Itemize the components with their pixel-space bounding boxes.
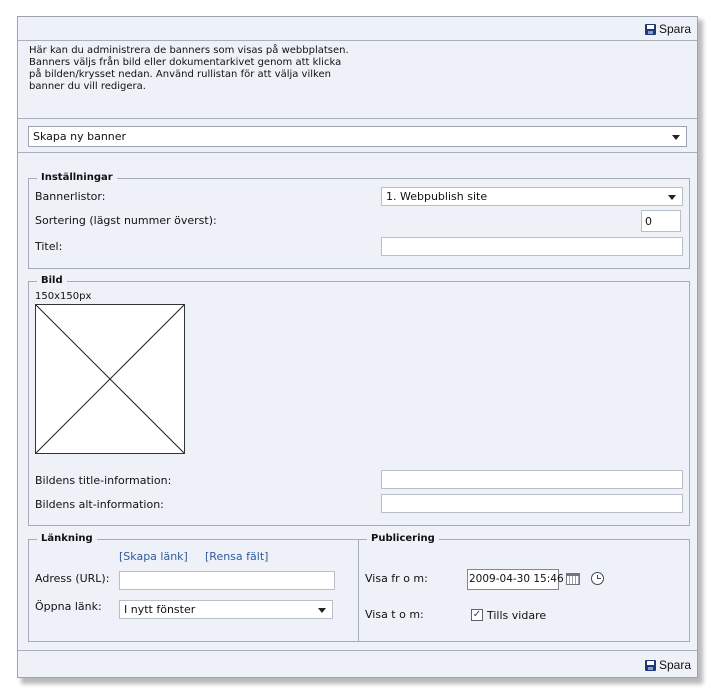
- save-label: Spara: [658, 22, 691, 36]
- bannerlist-value: 1. Webpublish site: [386, 190, 488, 203]
- show-to-label: Visa t o m:: [365, 608, 424, 621]
- image-fieldset: Bild 150x150px Bildens title-information…: [28, 275, 690, 526]
- info-line: Banners väljs från bild eller dokumentar…: [29, 57, 342, 68]
- divider: [18, 152, 697, 153]
- image-alt-info-label: Bildens alt-information:: [35, 498, 164, 511]
- bannerlist-select[interactable]: 1. Webpublish site: [381, 187, 683, 206]
- save-label: Spara: [658, 658, 691, 672]
- checkbox-checked-icon[interactable]: ✓: [471, 609, 483, 621]
- banner-admin-panel: Spara Här kan du administrera de banners…: [17, 16, 698, 678]
- info-text: Här kan du administrera de banners som v…: [29, 45, 409, 93]
- dropdown-arrow-icon: [318, 608, 326, 613]
- settings-fieldset: Inställningar Bannerlistor: 1. Webpublis…: [28, 172, 690, 269]
- top-toolbar: Spara: [18, 17, 697, 41]
- until-further-label: Tills vidare: [487, 609, 547, 622]
- image-size-label: 150x150px: [35, 291, 92, 302]
- info-line: Här kan du administrera de banners som v…: [29, 45, 349, 56]
- floppy-disk-icon: [644, 659, 656, 671]
- image-title-info-input[interactable]: [381, 470, 683, 489]
- create-link-button[interactable]: [Skapa länk]: [119, 550, 188, 563]
- image-legend: Bild: [37, 275, 67, 287]
- banner-select[interactable]: Skapa ny banner: [28, 126, 687, 147]
- image-alt-info-input[interactable]: [381, 494, 683, 513]
- show-from-label: Visa fr o m:: [365, 572, 428, 585]
- placeholder-cross-icon: [35, 304, 185, 454]
- linking-fieldset: Länkning [Skapa länk] [Rensa fält] Adres…: [28, 533, 359, 642]
- address-input[interactable]: [119, 571, 335, 590]
- save-button-top[interactable]: Spara: [644, 22, 691, 36]
- address-label: Adress (URL):: [35, 572, 110, 585]
- info-line: på bilden/krysset nedan. Använd rullista…: [29, 69, 331, 80]
- title-input[interactable]: [381, 237, 683, 256]
- open-link-value: I nytt fönster: [124, 603, 196, 616]
- publishing-legend: Publicering: [367, 533, 439, 545]
- clock-icon[interactable]: [591, 572, 604, 585]
- sort-label: Sortering (lägst nummer överst):: [35, 214, 217, 227]
- floppy-disk-icon: [644, 23, 656, 35]
- clear-fields-button[interactable]: [Rensa fält]: [205, 550, 268, 563]
- linking-legend: Länkning: [37, 533, 97, 545]
- settings-legend: Inställningar: [37, 172, 117, 184]
- banner-select-value: Skapa ny banner: [33, 130, 127, 143]
- bannerlist-label: Bannerlistor:: [35, 190, 106, 203]
- divider: [18, 650, 697, 651]
- open-link-label: Öppna länk:: [35, 600, 102, 613]
- save-button-bottom[interactable]: Spara: [644, 658, 691, 672]
- calendar-icon[interactable]: [566, 573, 580, 585]
- show-from-input[interactable]: 2009-04-30 15:46: [467, 569, 564, 590]
- sort-input[interactable]: 0: [641, 210, 681, 232]
- publishing-fieldset: Publicering Visa fr o m: 2009-04-30 15:4…: [358, 533, 690, 642]
- image-title-info-label: Bildens title-information:: [35, 474, 172, 487]
- image-placeholder[interactable]: [35, 304, 185, 454]
- title-label: Titel:: [35, 240, 63, 253]
- open-link-select[interactable]: I nytt fönster: [119, 600, 333, 619]
- divider: [18, 118, 697, 119]
- dropdown-arrow-icon: [668, 195, 676, 200]
- dropdown-arrow-icon: [672, 135, 680, 140]
- info-line: banner du vill redigera.: [29, 81, 146, 92]
